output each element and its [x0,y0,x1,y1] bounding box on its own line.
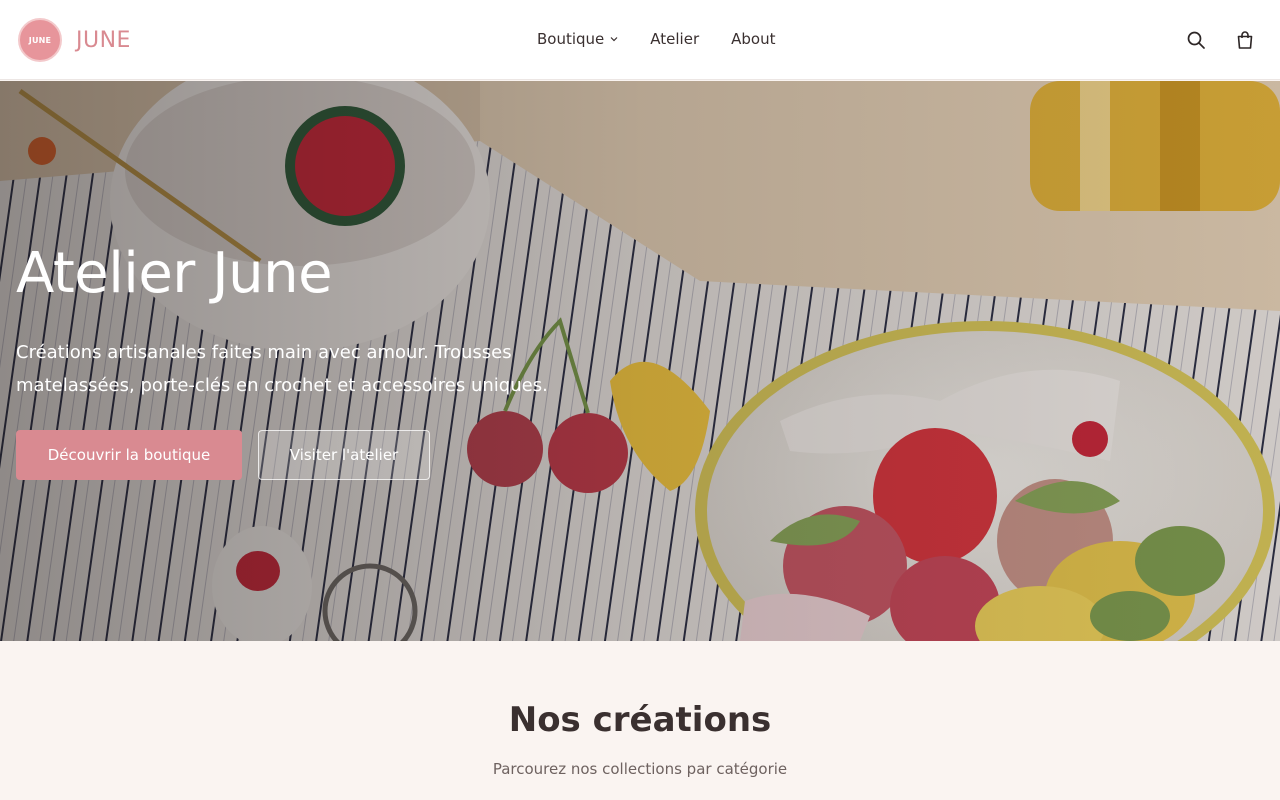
search-button[interactable] [1184,28,1208,52]
section-title: Nos créations [508,700,772,740]
brand-name: JUNE [76,27,131,53]
logo-link[interactable]: JUNE JUNE [18,18,131,62]
logo-badge: JUNE [18,18,62,62]
cart-button[interactable] [1233,28,1257,52]
logo-badge-text: JUNE [28,35,52,45]
visit-atelier-button[interactable]: Visiter l'atelier [258,430,430,480]
chevron-down-icon [610,37,618,42]
nav-item-boutique[interactable]: Boutique [537,30,618,48]
hero-title: Atelier June [16,241,333,306]
nav-item-label: Boutique [537,30,605,48]
nav-item-about[interactable]: About [731,30,775,48]
section-subtitle: Parcourez nos collections par catégorie [492,760,788,778]
nav-item-atelier[interactable]: Atelier [650,30,699,48]
site-header: JUNE JUNE Boutique Atelier About [0,0,1280,80]
main-nav: Boutique Atelier About [537,30,775,48]
nav-item-label: About [731,30,776,48]
hero-banner: Atelier June Créations artisanales faite… [0,81,1280,641]
nav-item-label: Atelier [650,30,700,48]
shop-button[interactable]: Découvrir la boutique [16,430,242,480]
search-icon [1187,31,1205,49]
hero-subtitle: Créations artisanales faites main avec a… [16,342,548,396]
shopping-bag-icon [1237,31,1253,49]
